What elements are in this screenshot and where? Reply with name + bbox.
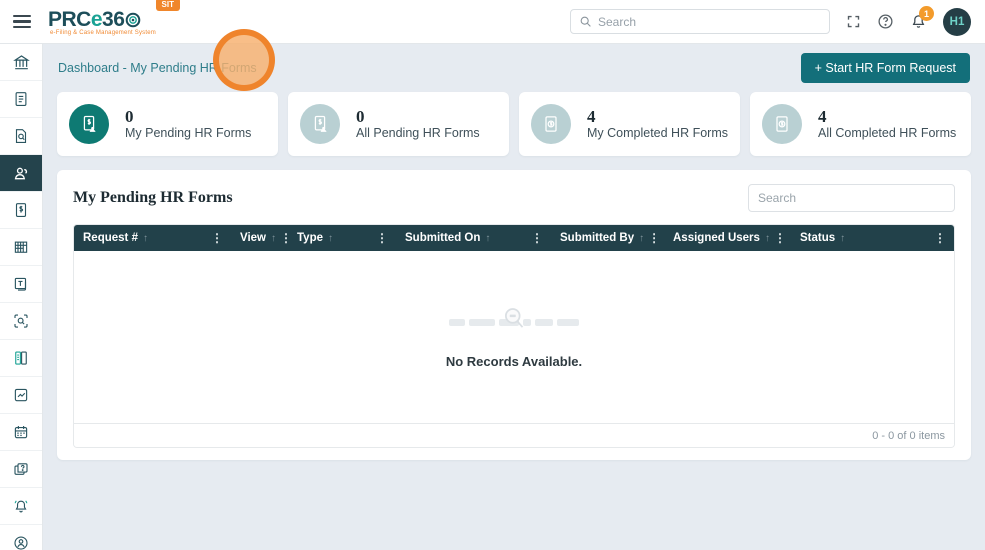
column-header-type[interactable]: Type ↑ ⋮ [288, 225, 396, 251]
sidebar-item-calendar[interactable] [0, 414, 42, 451]
fullscreen-button[interactable] [846, 14, 861, 29]
column-header-request[interactable]: Request # ↑ ⋮ [74, 225, 231, 251]
report-chart-icon [14, 388, 28, 402]
column-menu-icon[interactable]: ⋮ [930, 232, 950, 244]
sidebar-item-templates[interactable] [0, 266, 42, 303]
sidebar-item-ledger[interactable] [0, 340, 42, 377]
column-menu-icon[interactable]: ⋮ [527, 232, 547, 244]
global-search[interactable] [570, 9, 830, 34]
scan-search-icon [14, 314, 28, 328]
notifications-button[interactable]: 1 [910, 6, 934, 30]
fullscreen-icon [847, 15, 860, 28]
stat-value: 0 [356, 106, 365, 126]
help-button[interactable] [877, 13, 894, 30]
stat-value: 4 [818, 106, 827, 126]
sidebar-item-document-search[interactable] [0, 118, 42, 155]
empty-message: No Records Available. [445, 353, 583, 369]
column-header-assigned-users[interactable]: Assigned Users ↑ ⋮ [664, 225, 791, 251]
start-hr-form-request-button[interactable]: + Start HR Form Request [800, 53, 970, 83]
completed-form-icon [531, 104, 571, 144]
sort-arrow-icon[interactable]: ↑ [143, 233, 148, 244]
sidebar-item-reports[interactable] [0, 377, 42, 414]
table-footer: 0 - 0 of 0 items [74, 423, 954, 447]
column-menu-icon[interactable]: ⋮ [644, 232, 664, 244]
column-header-submitted-on[interactable]: Submitted On ↑ ⋮ [396, 225, 551, 251]
logo-text-primary: PRC [48, 7, 91, 31]
sort-arrow-icon[interactable]: ↑ [485, 233, 490, 244]
sidebar-item-help-docs[interactable] [0, 451, 42, 488]
template-icon [14, 277, 27, 291]
sidebar-item-organization[interactable] [0, 229, 42, 266]
help-document-icon [14, 463, 28, 475]
institution-icon [12, 54, 30, 69]
stat-label: My Pending HR Forms [125, 126, 252, 141]
breadcrumb-bar: Dashboard - My Pending HR Forms + Start … [43, 44, 985, 92]
sidebar-nav [0, 44, 43, 550]
hr-forms-table: Request # ↑ ⋮ View ↑ ⋮ Type ↑ ⋮ Submitte… [73, 224, 955, 448]
alert-bell-icon [14, 500, 28, 513]
stat-label: All Completed HR Forms [818, 126, 957, 141]
column-menu-icon[interactable]: ⋮ [372, 232, 392, 244]
table-search-input[interactable] [748, 184, 955, 212]
sort-arrow-icon[interactable]: ↑ [840, 233, 845, 244]
invoice-icon [15, 203, 27, 217]
panel-title: My Pending HR Forms [73, 189, 233, 206]
empty-state-illustration [439, 306, 589, 340]
column-menu-icon[interactable]: ⋮ [770, 232, 790, 244]
document-search-icon [15, 129, 27, 143]
logo-target-icon [125, 12, 141, 28]
table-header-row: Request # ↑ ⋮ View ↑ ⋮ Type ↑ ⋮ Submitte… [74, 225, 954, 251]
sidebar-item-profile[interactable] [0, 525, 42, 550]
hamburger-menu-icon[interactable] [0, 12, 43, 31]
logo-tagline: e-Filing & Case Management System [50, 29, 156, 36]
notification-badge: 1 [919, 6, 934, 21]
logo-text-secondary: 36 [102, 7, 125, 31]
ledger-icon [15, 351, 27, 365]
pending-form-icon [69, 104, 109, 144]
breadcrumb[interactable]: Dashboard - My Pending HR Forms [58, 61, 257, 75]
help-icon [878, 14, 893, 29]
logo-text-accent: e [90, 7, 103, 31]
main-content: Dashboard - My Pending HR Forms + Start … [43, 44, 985, 550]
pending-forms-panel: My Pending HR Forms Request # ↑ ⋮ View ↑… [57, 170, 971, 460]
profile-icon [14, 536, 28, 550]
sidebar-item-scan-search[interactable] [0, 303, 42, 340]
sidebar-item-notifications[interactable] [0, 488, 42, 525]
magnifier-icon [499, 303, 529, 338]
global-search-input[interactable] [598, 14, 821, 29]
stat-card-all-pending[interactable]: 0 All Pending HR Forms [288, 92, 509, 156]
search-icon [580, 16, 591, 27]
column-menu-icon[interactable]: ⋮ [207, 232, 227, 244]
stats-row: 0 My Pending HR Forms 0 All Pending HR F… [43, 92, 985, 156]
column-header-submitted-by[interactable]: Submitted By ↑ ⋮ [551, 225, 664, 251]
calendar-icon [14, 426, 28, 439]
avatar[interactable]: H1 [943, 7, 971, 36]
stat-card-all-completed[interactable]: 4 All Completed HR Forms [750, 92, 971, 156]
column-header-view[interactable]: View ↑ ⋮ [231, 225, 292, 251]
completed-form-icon [762, 104, 802, 144]
table-empty-state: No Records Available. [74, 251, 954, 423]
environment-badge: SIT [155, 0, 180, 11]
sort-arrow-icon[interactable]: ↑ [328, 233, 333, 244]
document-icon [15, 92, 27, 106]
sidebar-item-hr-users[interactable] [0, 155, 42, 192]
users-icon [14, 167, 27, 179]
sidebar-item-documents[interactable] [0, 81, 42, 118]
stat-label: My Completed HR Forms [587, 126, 728, 141]
sidebar-item-institution[interactable] [0, 44, 42, 81]
app-logo[interactable]: PRC e 36 e-Filing & Case Management System… [48, 0, 180, 36]
top-header: PRC e 36 e-Filing & Case Management System… [0, 0, 985, 44]
building-icon [14, 241, 28, 253]
stat-value: 4 [587, 106, 596, 126]
stat-card-my-pending[interactable]: 0 My Pending HR Forms [57, 92, 278, 156]
pending-form-icon [300, 104, 340, 144]
stat-label: All Pending HR Forms [356, 126, 480, 141]
stat-value: 0 [125, 106, 134, 126]
sidebar-item-invoices[interactable] [0, 192, 42, 229]
column-header-status[interactable]: Status ↑ ⋮ [791, 225, 954, 251]
stat-card-my-completed[interactable]: 4 My Completed HR Forms [519, 92, 740, 156]
pager-info: 0 - 0 of 0 items [872, 429, 945, 442]
